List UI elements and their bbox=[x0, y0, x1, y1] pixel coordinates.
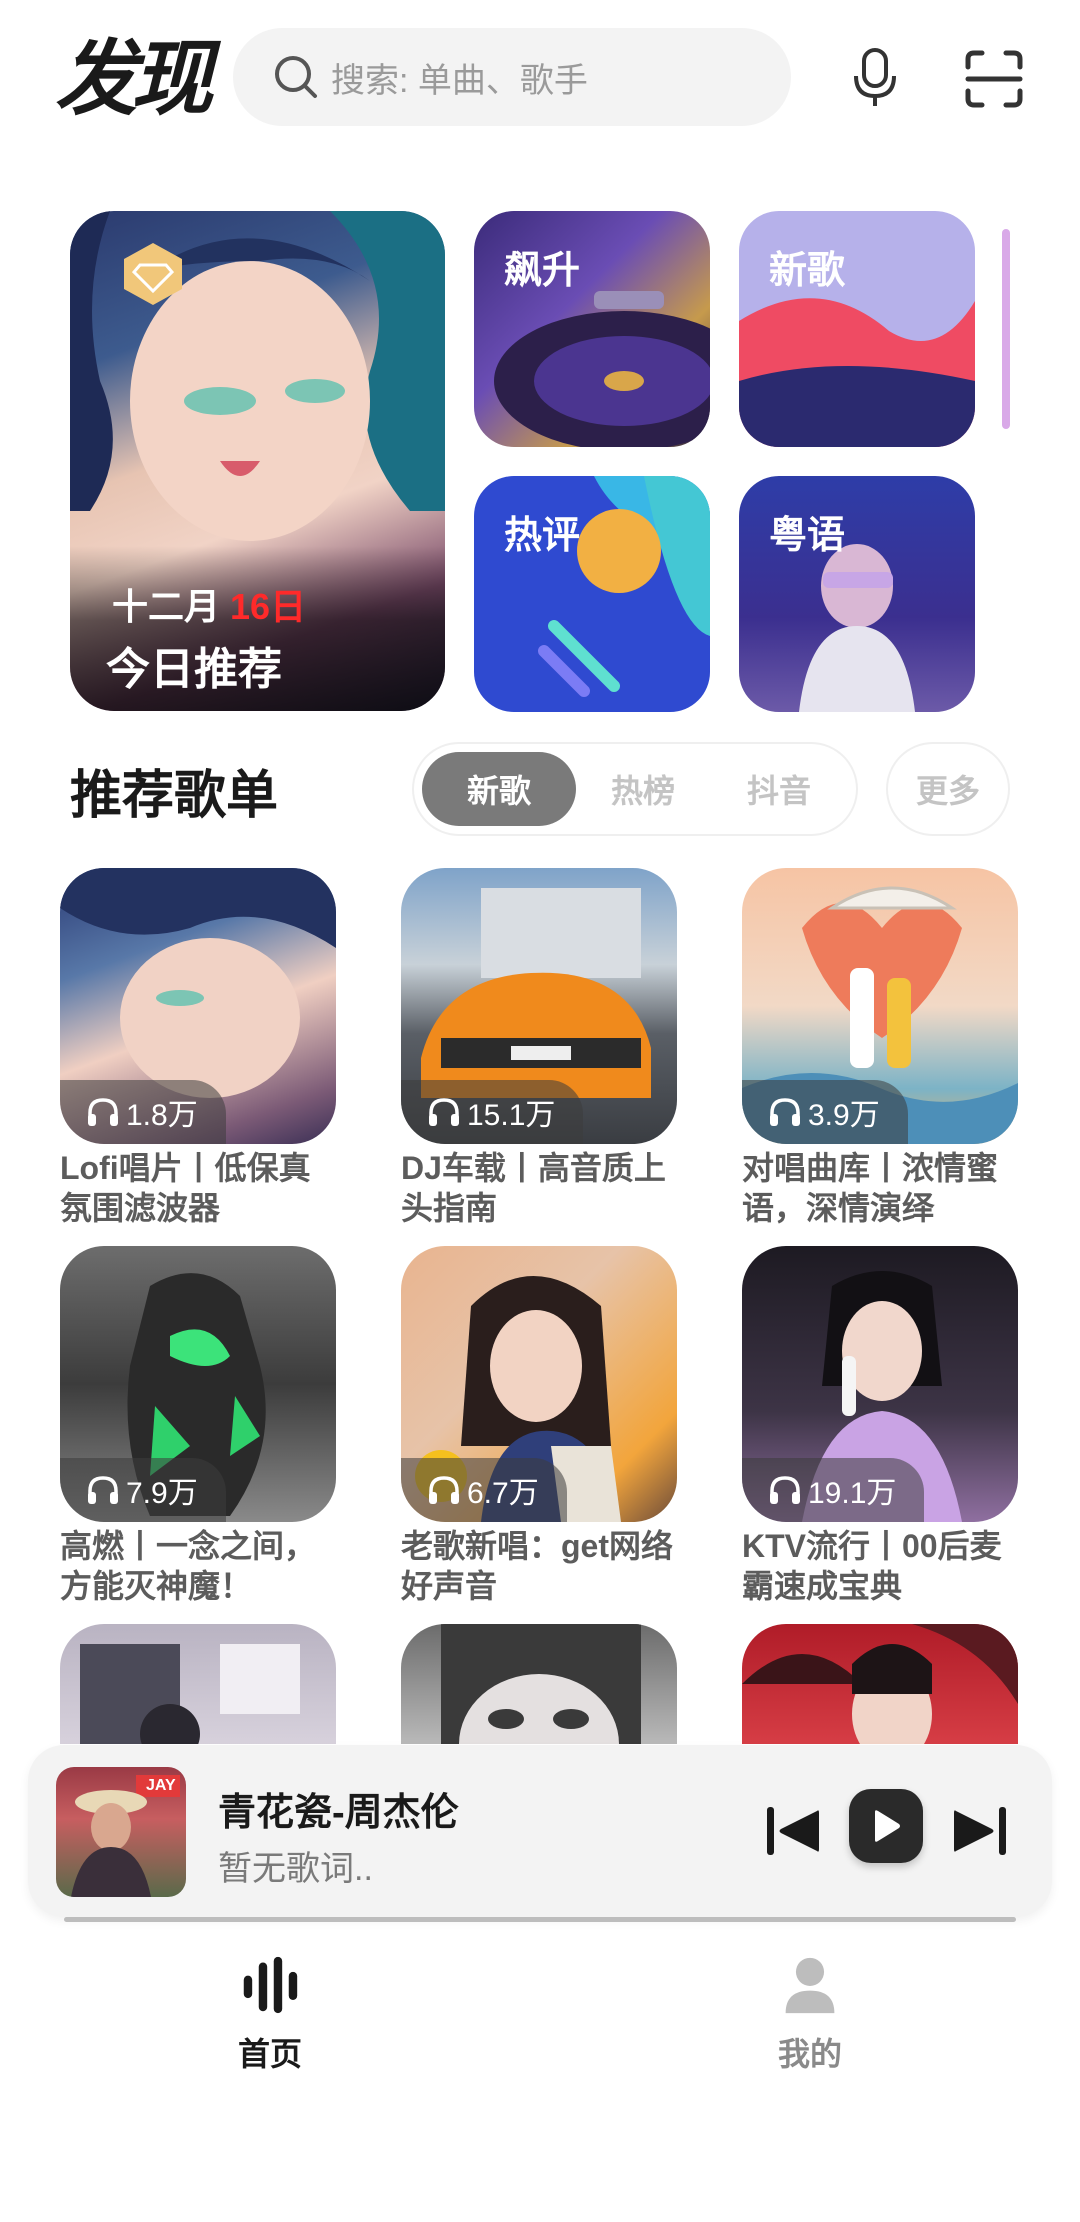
microphone-icon[interactable] bbox=[845, 45, 905, 111]
playlist-cover: 6.7万 bbox=[401, 1246, 677, 1522]
search-bar[interactable]: 搜索: 单曲、歌手 bbox=[233, 28, 791, 126]
nav-home-label: 首页 bbox=[237, 2036, 302, 2072]
page-title: 发现 bbox=[55, 34, 213, 125]
playlist-title: 对唱曲库丨浓情蜜语，深情演绎 bbox=[742, 1150, 999, 1226]
playlist-cover: 1.8万 bbox=[60, 868, 336, 1144]
tab-hot-chart[interactable]: 热榜 bbox=[578, 752, 708, 826]
headphones-icon bbox=[429, 1098, 459, 1126]
play-count-text: 6.7万 bbox=[467, 1477, 539, 1510]
playlist-title: 老歌新唱：get网络好声音 bbox=[401, 1528, 674, 1604]
tile-rising[interactable]: 飙升 bbox=[474, 211, 710, 447]
tab-new-songs[interactable]: 新歌 bbox=[422, 752, 576, 826]
next-icon[interactable] bbox=[949, 1800, 1011, 1862]
wave-icon bbox=[243, 1956, 298, 2014]
nav-mine-label: 我的 bbox=[777, 2036, 842, 2072]
tile-hot-comments[interactable]: 热评 bbox=[474, 476, 710, 712]
more-button[interactable]: 更多 bbox=[888, 744, 1008, 834]
headphones-icon bbox=[88, 1098, 118, 1126]
tile-rising-label: 飙升 bbox=[504, 250, 581, 292]
daily-recommend-label: 今日推荐 bbox=[106, 645, 282, 694]
album-text: JAY bbox=[146, 1777, 176, 1794]
playlist-card[interactable]: 15.1万 DJ车载丨高音质上头指南 bbox=[401, 868, 677, 1228]
play-count-text: 7.9万 bbox=[126, 1477, 198, 1510]
date-month: 十二月 bbox=[112, 586, 221, 627]
album-art[interactable]: JAY bbox=[56, 1767, 186, 1897]
date-day: 16日 bbox=[230, 586, 307, 627]
tile-cantonese-label: 粤语 bbox=[769, 515, 846, 557]
playlist-cover: 15.1万 bbox=[401, 868, 677, 1144]
tile-cantonese[interactable]: 粤语 bbox=[739, 476, 975, 712]
song-lyric: 暂无歌词.. bbox=[218, 1850, 373, 1888]
play-count: 3.9万 bbox=[742, 1080, 908, 1144]
search-placeholder: 搜索: 单曲、歌手 bbox=[331, 61, 588, 100]
play-count-text: 15.1万 bbox=[467, 1099, 556, 1132]
playback-progress[interactable] bbox=[64, 1917, 1016, 1922]
playlist-cover-partial[interactable] bbox=[401, 1624, 677, 1744]
tab-douyin[interactable]: 抖音 bbox=[714, 752, 844, 826]
playlist-card[interactable]: 6.7万 老歌新唱：get网络好声音 bbox=[401, 1246, 677, 1606]
play-count: 7.9万 bbox=[60, 1458, 226, 1522]
playlist-title: KTV流行丨00后麦霸速成宝典 bbox=[742, 1528, 1002, 1604]
play-count-text: 1.8万 bbox=[126, 1099, 198, 1132]
person-icon bbox=[785, 1957, 835, 2014]
headphones-icon bbox=[770, 1098, 800, 1126]
playlist-title: DJ车载丨高音质上头指南 bbox=[401, 1150, 666, 1226]
play-count: 19.1万 bbox=[742, 1458, 925, 1522]
song-title: 青花瓷-周杰伦 bbox=[218, 1792, 459, 1834]
banner-next-peek bbox=[1002, 229, 1010, 429]
play-count: 1.8万 bbox=[60, 1080, 226, 1144]
scan-icon[interactable] bbox=[962, 47, 1026, 111]
play-count: 15.1万 bbox=[401, 1080, 584, 1144]
playlist-cover: 7.9万 bbox=[60, 1246, 336, 1522]
tile-hot-comments-label: 热评 bbox=[504, 515, 581, 557]
play-icon[interactable] bbox=[849, 1789, 923, 1863]
daily-recommend-card[interactable]: 十二月 16日 今日推荐 bbox=[70, 211, 445, 711]
headphones-icon bbox=[429, 1476, 459, 1504]
playlist-title: Lofi唱片丨低保真氛围滤波器 bbox=[60, 1150, 311, 1226]
headphones-icon bbox=[770, 1476, 800, 1504]
playlist-card[interactable]: 1.8万 Lofi唱片丨低保真氛围滤波器 bbox=[60, 868, 336, 1228]
playlist-cover: 19.1万 bbox=[742, 1246, 1018, 1522]
playlist-cover-partial[interactable] bbox=[742, 1624, 1018, 1744]
nav-mine[interactable]: 我的 bbox=[730, 1955, 890, 2075]
tile-new-songs-label: 新歌 bbox=[769, 250, 846, 292]
play-count-text: 3.9万 bbox=[808, 1099, 880, 1132]
recommend-date: 十二月 16日 bbox=[112, 578, 306, 630]
play-count-text: 19.1万 bbox=[808, 1477, 897, 1510]
playlist-card[interactable]: 19.1万 KTV流行丨00后麦霸速成宝典 bbox=[742, 1246, 1018, 1606]
previous-icon[interactable] bbox=[762, 1800, 824, 1862]
mini-player[interactable]: JAY 青花瓷-周杰伦 暂无歌词.. bbox=[28, 1745, 1052, 1917]
nav-home[interactable]: 首页 bbox=[190, 1955, 350, 2075]
playlist-cover-partial[interactable] bbox=[60, 1624, 336, 1744]
search-icon bbox=[273, 54, 319, 100]
headphones-icon bbox=[88, 1476, 118, 1504]
playlist-cover: 3.9万 bbox=[742, 868, 1018, 1144]
section-title: 推荐歌单 bbox=[70, 767, 279, 825]
playlist-card[interactable]: 7.9万 高燃丨一念之间，方能灭神魔！ bbox=[60, 1246, 336, 1606]
diamond-icon bbox=[120, 241, 186, 307]
play-count: 6.7万 bbox=[401, 1458, 567, 1522]
playlist-card[interactable]: 3.9万 对唱曲库丨浓情蜜语，深情演绎 bbox=[742, 868, 1018, 1228]
tile-new-songs[interactable]: 新歌 bbox=[739, 211, 975, 447]
playlist-tabs: 新歌 热榜 抖音 bbox=[414, 744, 856, 834]
playlist-title: 高燃丨一念之间，方能灭神魔！ bbox=[60, 1528, 317, 1604]
